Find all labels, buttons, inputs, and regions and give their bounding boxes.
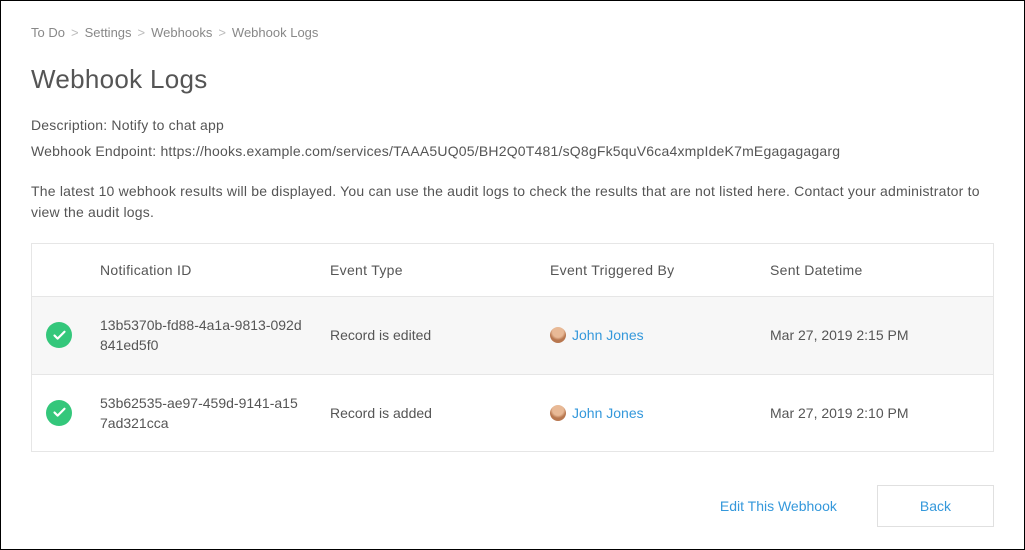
sent-datetime-cell: Mar 27, 2019 2:15 PM <box>756 297 994 375</box>
check-circle-icon <box>46 322 72 348</box>
table-row[interactable]: 13b5370b-fd88-4a1a-9813-092d841ed5f0 Rec… <box>32 297 994 375</box>
col-notification-id: Notification ID <box>86 244 316 297</box>
breadcrumb: To Do > Settings > Webhooks > Webhook Lo… <box>31 25 994 40</box>
avatar-icon <box>550 327 566 343</box>
page-title: Webhook Logs <box>31 64 994 95</box>
avatar-icon <box>550 405 566 421</box>
breadcrumb-item-webhook-logs: Webhook Logs <box>232 25 319 40</box>
status-cell <box>32 374 87 452</box>
col-status <box>32 244 87 297</box>
triggered-by-cell: John Jones <box>536 374 756 452</box>
description-value: Notify to chat app <box>111 117 224 133</box>
breadcrumb-item-settings[interactable]: Settings <box>85 25 132 40</box>
chevron-right-icon: > <box>218 25 226 40</box>
description-label: Description: <box>31 117 107 133</box>
event-type-cell: Record is added <box>316 374 536 452</box>
webhook-logs-table: Notification ID Event Type Event Trigger… <box>31 243 994 452</box>
page-container: To Do > Settings > Webhooks > Webhook Lo… <box>0 0 1025 550</box>
event-type-cell: Record is edited <box>316 297 536 375</box>
triggered-by-cell: John Jones <box>536 297 756 375</box>
back-button[interactable]: Back <box>877 485 994 527</box>
status-cell <box>32 297 87 375</box>
breadcrumb-item-webhooks[interactable]: Webhooks <box>151 25 212 40</box>
table-row[interactable]: 53b62535-ae97-459d-9141-a157ad321cca Rec… <box>32 374 994 452</box>
notification-id-cell: 53b62535-ae97-459d-9141-a157ad321cca <box>86 374 316 452</box>
endpoint-line: Webhook Endpoint: https://hooks.example.… <box>31 143 994 159</box>
endpoint-value: https://hooks.example.com/services/TAAA5… <box>160 143 840 159</box>
description-line: Description: Notify to chat app <box>31 117 994 133</box>
user-link[interactable]: John Jones <box>572 327 644 343</box>
col-triggered-by: Event Triggered By <box>536 244 756 297</box>
footer-actions: Edit This Webhook Back <box>720 485 994 527</box>
check-circle-icon <box>46 400 72 426</box>
user-link[interactable]: John Jones <box>572 405 644 421</box>
breadcrumb-item-todo[interactable]: To Do <box>31 25 65 40</box>
chevron-right-icon: > <box>138 25 146 40</box>
sent-datetime-cell: Mar 27, 2019 2:10 PM <box>756 374 994 452</box>
chevron-right-icon: > <box>71 25 79 40</box>
edit-this-webhook-link[interactable]: Edit This Webhook <box>720 498 837 514</box>
info-text: The latest 10 webhook results will be di… <box>31 181 994 223</box>
col-event-type: Event Type <box>316 244 536 297</box>
notification-id-cell: 13b5370b-fd88-4a1a-9813-092d841ed5f0 <box>86 297 316 375</box>
endpoint-label: Webhook Endpoint: <box>31 143 156 159</box>
col-sent-datetime: Sent Datetime <box>756 244 994 297</box>
